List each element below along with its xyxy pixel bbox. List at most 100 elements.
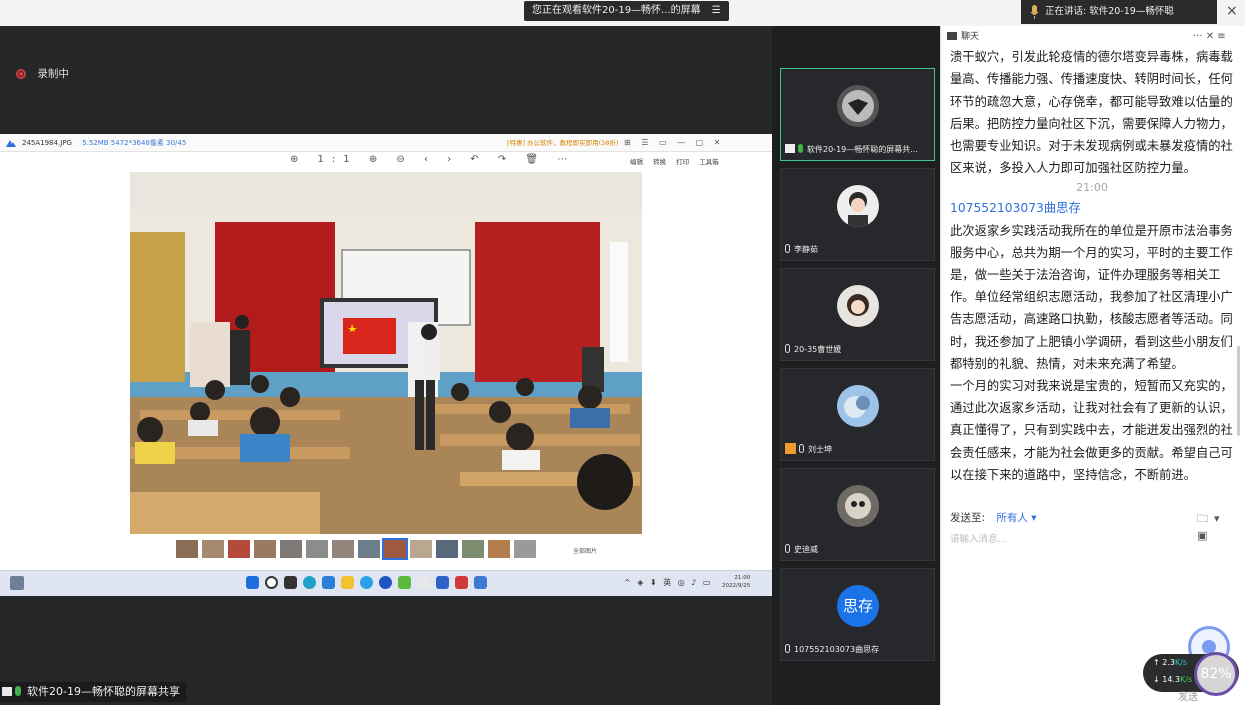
thumbnail[interactable]	[410, 540, 432, 558]
participant-tile[interactable]: 20-35曹世媛	[780, 268, 935, 361]
network-monitor[interactable]: ↑ 2.3K/s ↓ 14.3K/s 82%	[1143, 652, 1239, 696]
send-to-label: 发送至:	[950, 512, 986, 524]
task-view-icon[interactable]	[284, 576, 297, 589]
thumbnail[interactable]	[488, 540, 510, 558]
participant-tile[interactable]: 史迪威	[780, 468, 935, 561]
search-icon[interactable]	[265, 576, 278, 589]
thumbnail[interactable]	[332, 540, 354, 558]
screen-share-label: 软件20-19—畅怀聪的屏幕共享	[0, 682, 186, 702]
windows-taskbar: ^ ◈ ⬇ 英 ◎ ♪ ▭ 21:00 2022/9/25	[0, 570, 772, 596]
chat-controls[interactable]: ··· ✕ ≡	[1193, 26, 1226, 48]
thumbnail[interactable]	[306, 540, 328, 558]
microphone-icon	[798, 144, 803, 153]
thumbnail[interactable]	[228, 540, 250, 558]
windows-start-icon[interactable]	[246, 576, 259, 589]
avatar	[837, 285, 879, 327]
participant-name-text: 李静茹	[794, 245, 818, 254]
chat-timestamp: 21:00	[1076, 181, 1108, 195]
edge-icon[interactable]	[303, 576, 316, 589]
viewer-filename: 245A1984.JPG	[22, 139, 72, 147]
send-to-select[interactable]: 所有人 ▾	[996, 512, 1036, 524]
folder-icon[interactable]	[341, 576, 354, 589]
chat-input[interactable]: 请输入消息...	[950, 531, 1007, 545]
system-tray[interactable]: ^ ◈ ⬇ 英 ◎ ♪ ▭	[624, 577, 712, 588]
participant-name: 刘士坤	[785, 443, 930, 456]
desktop-icon[interactable]	[10, 576, 24, 590]
close-icon[interactable]: ×	[1226, 3, 1238, 19]
download-value: 14.3	[1162, 675, 1181, 684]
chat-title: 聊天	[961, 32, 980, 42]
viewer-window-buttons[interactable]: ⊞ ☰ ▭ — ▢ ✕	[624, 134, 724, 152]
microphone-icon	[785, 644, 790, 653]
chat-panel: 聊天 ··· ✕ ≡ ，一月三笑，应该着力打造，要求开，一个盘之地，溃干蚁穴，引…	[940, 26, 1245, 705]
microphone-icon	[785, 544, 790, 553]
chat-icon	[947, 32, 957, 40]
download-speed: ↓ 14.3K/s	[1153, 675, 1193, 684]
clock-time: 21:00	[734, 575, 751, 581]
participant-list: 软件20-19—畅怀聪的屏幕共... 李静茹 20-35曹世媛 刘士坤 史迪威	[772, 26, 940, 705]
recording-indicator[interactable]: 录制中	[16, 66, 69, 81]
participant-name: 李静茹	[785, 243, 930, 256]
microphone-icon	[15, 686, 21, 696]
microphone-icon	[799, 444, 804, 453]
browser-icon[interactable]	[360, 576, 373, 589]
participant-name-text: 软件20-19—畅怀聪的屏幕共...	[807, 145, 918, 154]
upload-speed: ↑ 2.3K/s	[1153, 658, 1188, 667]
sharing-banner[interactable]: 您正在观看软件20-19—畅怀...的屏幕 ☰	[524, 1, 729, 21]
classroom-image	[130, 172, 642, 534]
all-pictures-link[interactable]: 全部图片	[573, 546, 597, 555]
viewer-toolbar[interactable]: ⊕ 1:1 ⊕ ⊖ ‹ › ↶ ↷ 🗑 ⋯	[290, 154, 575, 172]
viewer-right-tools[interactable]: 编辑 转换 打印 工具箱	[630, 156, 719, 166]
participant-name: 史迪威	[785, 543, 930, 556]
send-to: 发送至: 所有人 ▾	[950, 510, 1037, 525]
usage-percent: 82%	[1194, 652, 1238, 696]
viewer-app-icon[interactable]	[474, 576, 487, 589]
chat-message: 一个月的实习对我来说是宝贵的，短暂而又充实的，通过此次返家乡活动，让我对社会有了…	[950, 379, 1233, 482]
send-button[interactable]: 发送	[1178, 688, 1198, 703]
thumbnail[interactable]	[202, 540, 224, 558]
classroom-photo	[130, 172, 642, 534]
meeting-window: 您正在观看软件20-19—畅怀...的屏幕 ☰ 正在讲话: 软件20-19—畅怀…	[0, 0, 1245, 705]
participant-name: 软件20-19—畅怀聪的屏幕共...	[785, 143, 930, 156]
microphone-icon	[785, 344, 790, 353]
participant-name-text: 107552103073曲思存	[794, 645, 880, 654]
chat-scrollbar[interactable]	[1237, 346, 1240, 436]
thumbnail[interactable]	[358, 540, 380, 558]
avatar: 思存	[837, 585, 879, 627]
upload-value: 2.3	[1162, 658, 1175, 667]
app-icon[interactable]	[455, 576, 468, 589]
viewer-file-meta[interactable]: 5.52MB 5472*3648像素 30/45	[82, 139, 186, 147]
sharing-banner-text: 您正在观看软件20-19—畅怀...的屏幕	[532, 5, 701, 16]
viewer-promo[interactable]: [特惠] 办公软件，教程即买即用(38折)	[507, 134, 618, 152]
participant-tile[interactable]: 思存 107552103073曲思存	[780, 568, 935, 661]
chat-sender[interactable]: 107552103073曲思存	[950, 197, 1234, 219]
chat-attachment-icons[interactable]: 🗀▾ ▣	[1197, 510, 1245, 542]
avatar	[837, 185, 879, 227]
taskbar-clock[interactable]: 21:00 2022/9/25	[722, 574, 750, 590]
app-icon[interactable]	[417, 576, 430, 589]
thumbnail[interactable]	[176, 540, 198, 558]
speaking-text: 正在讲话: 软件20-19—畅怀聪	[1045, 6, 1174, 17]
app-icon[interactable]	[436, 576, 449, 589]
participant-tile[interactable]: 刘士坤	[780, 368, 935, 461]
participant-name-text: 刘士坤	[808, 445, 832, 454]
store-icon[interactable]	[322, 576, 335, 589]
record-icon	[16, 69, 26, 79]
thumbnail[interactable]	[462, 540, 484, 558]
menu-icon[interactable]: ☰	[712, 5, 721, 16]
thumbnail-selected[interactable]	[382, 538, 408, 560]
microphone-icon	[785, 244, 790, 253]
screen-share-label-text: 软件20-19—畅怀聪的屏幕共享	[27, 685, 180, 698]
participant-tile[interactable]: 软件20-19—畅怀聪的屏幕共...	[780, 68, 935, 161]
host-icon	[785, 443, 796, 454]
participant-tile[interactable]: 李静茹	[780, 168, 935, 261]
participant-name: 20-35曹世媛	[785, 343, 930, 356]
thumbnail[interactable]	[254, 540, 276, 558]
thumbnail[interactable]	[280, 540, 302, 558]
thumbnail[interactable]	[514, 540, 536, 558]
app-icon[interactable]	[398, 576, 411, 589]
chat-header: 聊天 ··· ✕ ≡	[941, 26, 1245, 48]
app-icon[interactable]	[379, 576, 392, 589]
thumbnail[interactable]	[436, 540, 458, 558]
chat-message: 此次返家乡实践活动我所在的单位是开原市法治事务服务中心，总共为期一个月的实习，平…	[950, 223, 1233, 371]
